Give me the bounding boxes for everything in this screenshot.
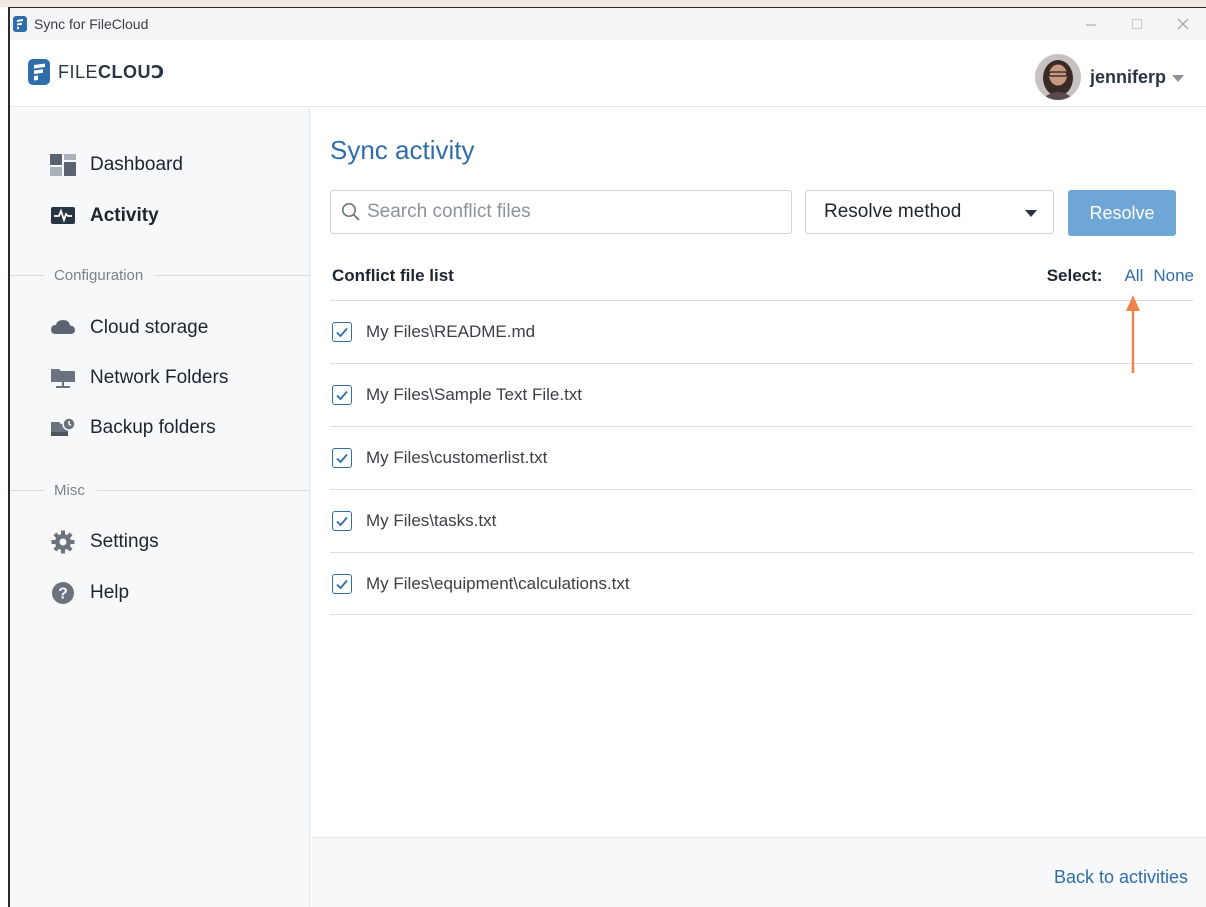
title-bar: Sync for FileCloud <box>10 8 1206 40</box>
divider <box>155 275 310 276</box>
gear-icon <box>50 530 76 554</box>
conflict-file-list: My Files\README.md My Files\Sample Text … <box>330 300 1193 615</box>
close-icon <box>1177 18 1189 30</box>
sidebar-item-backup-folders[interactable]: Backup folders <box>50 414 216 442</box>
divider <box>10 275 44 276</box>
file-path: My Files\Sample Text File.txt <box>366 385 583 404</box>
app-window: Sync for FileCloud FILECLOUↃ jenniferp D… <box>8 7 1206 907</box>
search-input[interactable] <box>367 201 767 223</box>
section-label: Configuration <box>54 267 144 284</box>
sidebar-item-label: Dashboard <box>90 154 183 175</box>
user-menu[interactable]: jenniferp <box>1034 54 1184 100</box>
svg-text:?: ? <box>58 586 68 603</box>
list-item[interactable]: My Files\README.md <box>330 300 1193 363</box>
section-label: Misc <box>54 482 85 499</box>
checkmark-icon <box>336 327 348 338</box>
file-checkbox[interactable] <box>332 511 352 531</box>
file-path: My Files\tasks.txt <box>366 511 497 530</box>
resolve-method-select[interactable]: Resolve method <box>805 190 1054 234</box>
sidebar-item-activity[interactable]: Activity <box>50 202 159 230</box>
filecloud-app-icon <box>13 16 27 32</box>
close-button[interactable] <box>1160 8 1206 40</box>
sidebar-item-label: Cloud storage <box>90 317 209 338</box>
list-item[interactable]: My Files\Sample Text File.txt <box>330 363 1193 426</box>
back-to-activities-link[interactable]: Back to activities <box>1054 867 1188 888</box>
select-controls: Select: All None <box>1047 266 1194 286</box>
filecloud-logo-icon <box>28 59 50 85</box>
logo-word-light: FILE <box>58 61 99 82</box>
sidebar-item-dashboard[interactable]: Dashboard <box>50 151 183 179</box>
list-item[interactable]: My Files\tasks.txt <box>330 489 1193 552</box>
backup-folder-icon <box>50 417 76 439</box>
file-path: My Files\equipment\calculations.txt <box>366 573 630 593</box>
file-checkbox[interactable] <box>332 322 352 342</box>
divider <box>10 490 44 491</box>
list-item[interactable]: My Files\customerlist.txt <box>330 426 1193 489</box>
select-label: Select: <box>1046 266 1103 285</box>
resolve-method-value: Resolve method <box>824 201 962 222</box>
logo-word-tail: Ↄ <box>151 61 165 82</box>
sidebar-item-network-folders[interactable]: Network Folders <box>50 364 228 392</box>
checkmark-icon <box>336 453 348 464</box>
footer-bar: Back to activities <box>312 837 1206 907</box>
sidebar-item-label: Settings <box>90 531 159 552</box>
maximize-button[interactable] <box>1114 8 1160 40</box>
main-content: Sync activity Resolve method Resolve Con… <box>312 108 1206 838</box>
help-icon: ? <box>50 582 76 604</box>
checkmark-icon <box>336 516 348 527</box>
chevron-down-icon <box>1025 210 1037 217</box>
divider <box>96 490 310 491</box>
username: jenniferp <box>1089 66 1166 87</box>
sidebar-item-settings[interactable]: Settings <box>50 528 159 556</box>
search-icon <box>342 203 360 221</box>
sidebar-item-cloud-storage[interactable]: Cloud storage <box>50 314 208 342</box>
select-none-link[interactable]: None <box>1153 266 1194 286</box>
network-folder-icon <box>50 367 76 389</box>
search-box[interactable] <box>330 190 792 234</box>
list-item[interactable]: My Files\equipment\calculations.txt <box>330 552 1193 615</box>
sidebar-item-label: Network Folders <box>90 367 229 388</box>
minimize-icon <box>1086 24 1096 26</box>
conflict-list-header: Conflict file list <box>332 266 454 285</box>
select-all-link[interactable]: All <box>1124 266 1143 286</box>
activity-icon <box>50 205 76 227</box>
avatar <box>1034 54 1081 100</box>
sidebar-item-label: Activity <box>90 205 159 226</box>
file-path: My Files\customerlist.txt <box>366 448 548 467</box>
file-checkbox[interactable] <box>332 448 352 468</box>
minimize-button[interactable] <box>1068 8 1114 40</box>
sidebar-item-help[interactable]: ? Help <box>50 579 129 607</box>
section-configuration: Configuration <box>10 267 310 284</box>
sidebar-item-label: Help <box>90 582 130 603</box>
section-misc: Misc <box>10 482 310 499</box>
filecloud-logo: FILECLOUↃ <box>28 59 165 85</box>
page-title: Sync activity <box>330 135 475 165</box>
file-checkbox[interactable] <box>332 573 352 594</box>
checkmark-icon <box>336 579 348 589</box>
annotation-arrow <box>1126 295 1140 373</box>
maximize-icon <box>1132 19 1142 29</box>
sidebar-item-label: Backup folders <box>90 417 216 438</box>
app-header: FILECLOUↃ jenniferp <box>10 40 1206 107</box>
logo-word-bold: CLOU <box>98 61 152 82</box>
file-checkbox[interactable] <box>332 385 352 405</box>
chevron-down-icon <box>1172 74 1184 82</box>
window-title: Sync for FileCloud <box>34 16 149 32</box>
dashboard-icon <box>50 154 76 176</box>
screen-top-strip <box>0 0 1206 7</box>
window-controls <box>1068 8 1206 40</box>
logo-wordmark: FILECLOUↃ <box>58 62 165 83</box>
sidebar: Dashboard Activity Configuration Cloud s… <box>10 108 310 907</box>
resolve-button[interactable]: Resolve <box>1068 190 1176 236</box>
file-path: My Files\README.md <box>366 322 536 341</box>
checkmark-icon <box>336 390 348 401</box>
cloud-icon <box>50 317 76 339</box>
